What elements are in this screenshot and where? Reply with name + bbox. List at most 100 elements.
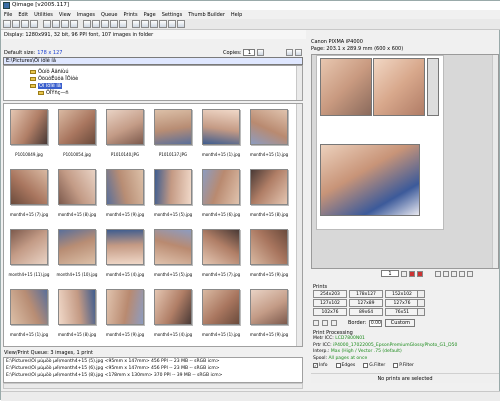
p-filter-checkbox[interactable]: P.Filter <box>393 363 414 368</box>
thumbnail[interactable]: P1010140.JPG <box>103 107 147 161</box>
queue-remove-icon[interactable] <box>141 20 149 28</box>
thumbnail[interactable]: P1010049.jpg <box>7 107 51 161</box>
tree-item[interactable]: ÔÎÝñç—ñ <box>38 89 69 96</box>
edges-checkbox[interactable]: Edges <box>335 363 355 368</box>
thumbnail[interactable]: month4+15 (5).jpg <box>151 167 195 221</box>
preview-photo[interactable] <box>320 58 372 116</box>
menu-page[interactable]: Page <box>144 12 156 18</box>
thumbnail[interactable]: month4+15 (1).jpg <box>199 287 243 341</box>
menu-images[interactable]: Images <box>77 12 95 18</box>
grid-icon[interactable] <box>417 308 425 316</box>
contrast-icon[interactable] <box>119 20 127 28</box>
p-icon[interactable] <box>467 270 473 277</box>
red-eye-icon[interactable] <box>110 20 118 28</box>
menu-queue[interactable]: Queue <box>101 12 117 18</box>
thumbnail[interactable]: month4+15 (7).jpg <box>199 227 243 281</box>
thumbnail[interactable]: month4+15 (4).jpg <box>151 287 195 341</box>
zoom-icon[interactable] <box>435 270 441 277</box>
preview-scrollbar[interactable] <box>492 55 498 268</box>
resize-icon[interactable] <box>70 20 78 28</box>
custom-button[interactable]: Custom <box>385 319 416 327</box>
save-icon[interactable] <box>12 20 20 28</box>
size-button[interactable]: 89x64 <box>349 308 383 316</box>
slideshow-icon[interactable] <box>168 20 176 28</box>
thumbnail[interactable]: month4+15 (8).jpg <box>55 287 99 341</box>
folder-icon[interactable] <box>417 299 425 307</box>
size-button[interactable]: 152x102 <box>385 290 419 298</box>
tree-scrollbar[interactable] <box>296 66 302 100</box>
view-large-icon[interactable] <box>286 49 294 56</box>
orientation-icon[interactable] <box>331 320 337 326</box>
view-list-icon[interactable] <box>295 49 303 56</box>
queue-row[interactable]: E:\Pictures\Ôí µùµöò µé\month4+15 (5).jp… <box>4 358 302 365</box>
folder-path-input[interactable]: E:\Pictures\Ôí íôîê íâ <box>3 57 303 65</box>
size-button[interactable]: 127x76 <box>385 299 419 307</box>
rotate-page-icon[interactable] <box>451 270 457 277</box>
preview-page[interactable] <box>316 55 444 230</box>
printer-setup-icon[interactable] <box>30 20 38 28</box>
open-icon[interactable] <box>3 20 11 28</box>
thumbnail[interactable]: month4+15 (1).jpg <box>7 287 51 341</box>
thumbnail[interactable]: month4+15 (10).jpg <box>55 227 99 281</box>
size-button[interactable]: 254x203 <box>313 290 347 298</box>
thumbnail[interactable]: P1010137.JPG <box>151 107 195 161</box>
refresh-icon[interactable] <box>313 320 319 326</box>
thumbnail-scrollbar[interactable] <box>296 104 302 346</box>
queue-scrollbar[interactable] <box>3 383 303 389</box>
color-icon[interactable] <box>92 20 100 28</box>
default-size-value[interactable]: 178 x 127 <box>37 50 62 56</box>
spool-row[interactable]: Spool: All pages at once <box>313 356 499 363</box>
copies-spin-icon[interactable] <box>257 49 265 56</box>
page-setup-icon[interactable] <box>150 20 158 28</box>
menu-thumb-builder[interactable]: Thumb Builder <box>188 12 225 18</box>
menu-file[interactable]: File <box>4 12 12 18</box>
dropdown-icon[interactable] <box>401 270 407 277</box>
preview-photo[interactable] <box>320 144 420 216</box>
lock-icon[interactable] <box>322 320 328 326</box>
thumbnail[interactable]: month4+15 (9).jpg <box>247 287 291 341</box>
thumbnail[interactable]: month4+15 (9).jpg <box>103 167 147 221</box>
copies-input[interactable]: 1 <box>243 49 256 56</box>
menu-view[interactable]: View <box>59 12 71 18</box>
size-button[interactable]: 178x127 <box>349 290 383 298</box>
rotate-left-icon[interactable] <box>43 20 51 28</box>
thumbnail[interactable]: P1010054.jpg <box>55 107 99 161</box>
help-icon[interactable] <box>177 20 185 28</box>
thumbnail[interactable]: month4+15 (6).jpg <box>199 167 243 221</box>
tree-item-selected[interactable]: Ôí íôîê íâ <box>30 82 62 89</box>
save-size-icon[interactable] <box>417 290 425 298</box>
thumbnail[interactable]: month4+15 (9).jpg <box>103 287 147 341</box>
rotate-right-icon[interactable] <box>52 20 60 28</box>
menu-help[interactable]: Help <box>231 12 242 18</box>
print-icon[interactable] <box>21 20 29 28</box>
layout-icon[interactable] <box>159 20 167 28</box>
thumbnail[interactable]: month4+15 (1).jpg <box>199 107 243 161</box>
queue-row[interactable]: E:\Pictures\Ôí µùµöò µé\month4+15 (8).jp… <box>4 372 302 379</box>
thumbnail[interactable]: month4+15 (5).jpg <box>151 227 195 281</box>
thumbnail[interactable]: month4+15 (11).jpg <box>7 227 51 281</box>
menu-prints[interactable]: Prints <box>123 12 137 18</box>
border-input[interactable]: 0.00 <box>369 319 383 327</box>
crop-icon[interactable] <box>61 20 69 28</box>
size-button[interactable]: 127x89 <box>349 299 383 307</box>
size-button[interactable]: 76x51 <box>385 308 419 316</box>
arrow-right-icon[interactable] <box>417 270 423 277</box>
thumbnail[interactable]: month4+15 (4).jpg <box>103 227 147 281</box>
menu-settings[interactable]: Settings <box>162 12 183 18</box>
size-button[interactable]: 102x76 <box>313 308 347 316</box>
thumbnail[interactable]: month4+15 (1).jpg <box>247 107 291 161</box>
thumbnail[interactable]: month4+15 (9).jpg <box>247 227 291 281</box>
editor-icon[interactable] <box>83 20 91 28</box>
sharpen-icon[interactable] <box>101 20 109 28</box>
thumbnail[interactable]: month4+15 (7).jpg <box>7 167 51 221</box>
thumbnail[interactable]: month4+15 (8).jpg <box>55 167 99 221</box>
printer-icon[interactable] <box>459 270 465 277</box>
thumbnail[interactable]: month4+15 (8).jpg <box>247 167 291 221</box>
queue-row[interactable]: E:\Pictures\Ôí µùµöò µé\month4+15 (6).jp… <box>4 365 302 372</box>
size-button[interactable]: 127x102 <box>313 299 347 307</box>
menu-edit[interactable]: Edit <box>18 12 28 18</box>
arrow-left-icon[interactable] <box>409 270 415 277</box>
g-filter-checkbox[interactable]: G.Filter <box>363 363 385 368</box>
preview-photo[interactable] <box>373 58 425 116</box>
fit-icon[interactable] <box>443 270 449 277</box>
